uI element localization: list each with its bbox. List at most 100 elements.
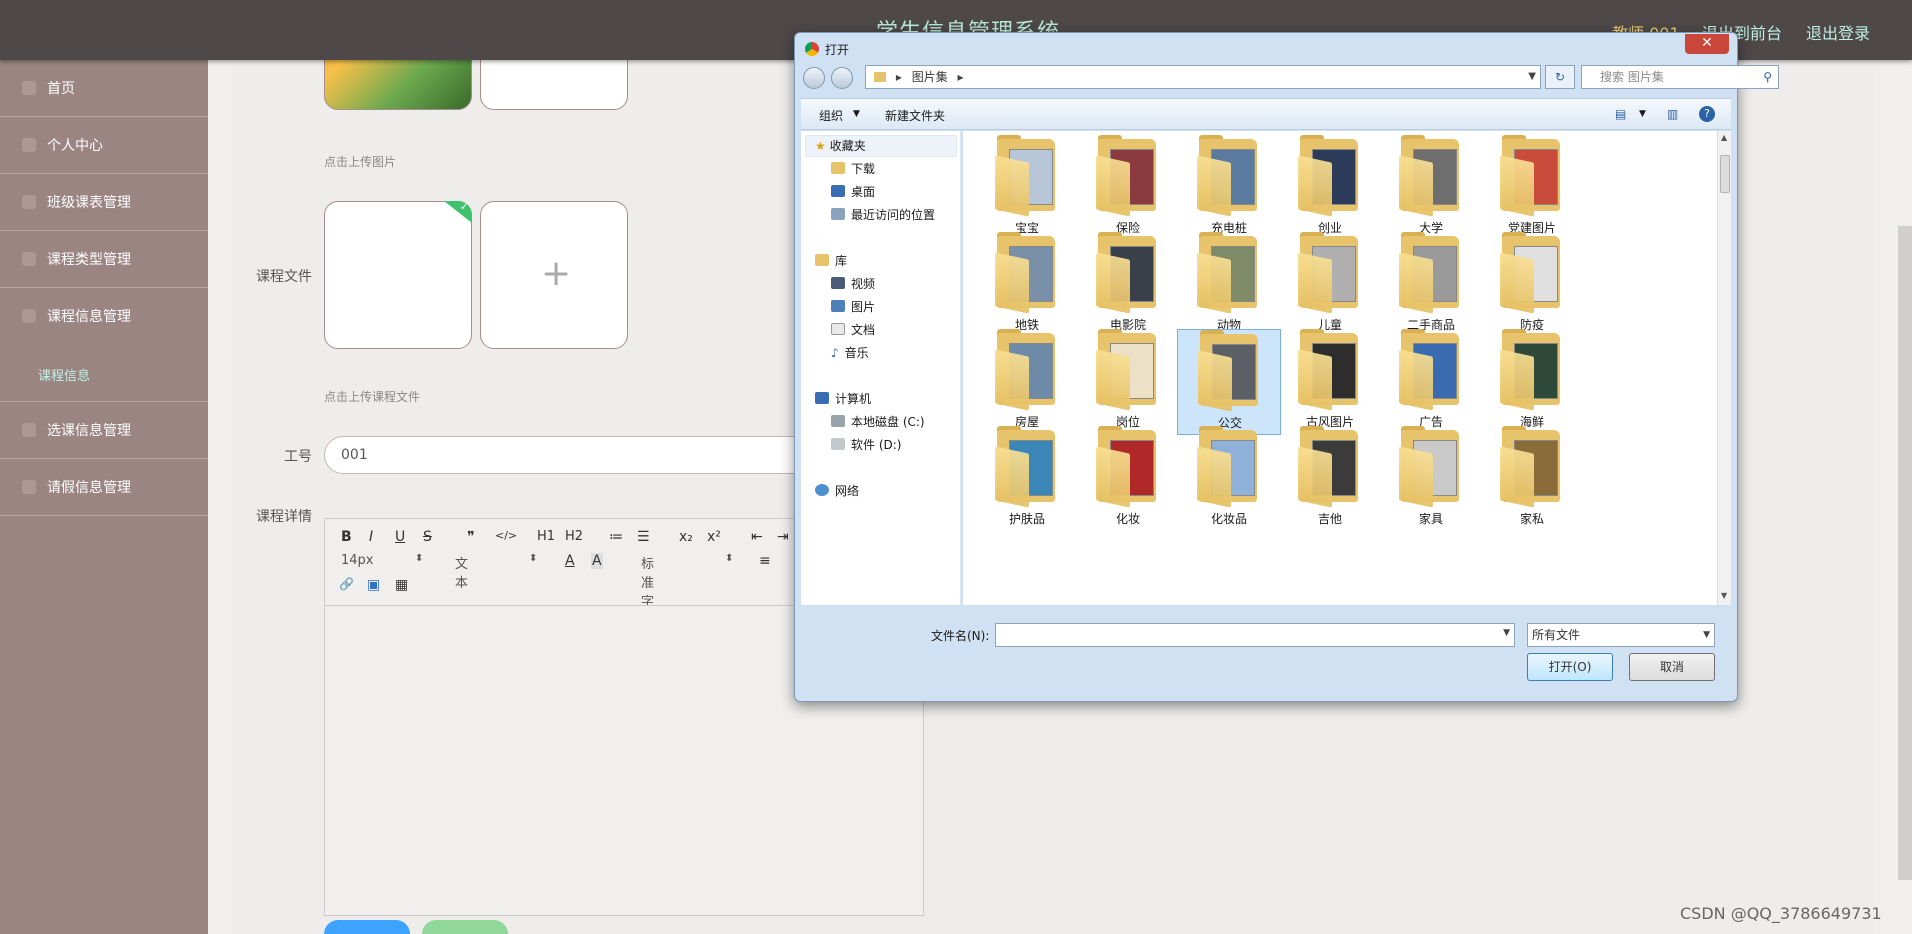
scroll-down-icon[interactable]: ▼ xyxy=(1721,591,1727,600)
folder-item[interactable]: 大学 xyxy=(1379,135,1483,241)
nav-network[interactable]: 网络 xyxy=(815,481,859,501)
new-folder-button[interactable]: 新建文件夹 xyxy=(885,107,945,124)
organize-menu[interactable]: 组织 xyxy=(819,107,843,124)
filename-input[interactable]: ▼ xyxy=(995,623,1515,647)
chevron-down-icon[interactable]: ▼ xyxy=(1528,66,1536,88)
folder-item[interactable]: 党建图片 xyxy=(1480,135,1584,241)
folder-item[interactable]: 宝宝 xyxy=(975,135,1079,241)
folder-icon xyxy=(1500,252,1534,314)
folder-item[interactable]: 房屋 xyxy=(975,329,1079,435)
nav-videos[interactable]: 视频 xyxy=(831,274,875,294)
folder-item[interactable]: 创业 xyxy=(1278,135,1382,241)
superscript-button[interactable]: x² xyxy=(707,529,721,545)
submit-button[interactable] xyxy=(324,920,410,934)
font-size-select[interactable]: 14px xyxy=(341,553,374,568)
nav-drive-d[interactable]: 软件 (D:) xyxy=(831,435,901,455)
folder-item[interactable]: 护肤品 xyxy=(975,426,1079,532)
folder-item[interactable]: 吉他 xyxy=(1278,426,1382,532)
sidebar-item-class-schedule[interactable]: 班级课表管理 xyxy=(0,174,208,231)
address-bar[interactable]: ▸ 图片集 ▸ ▼ xyxy=(865,65,1541,89)
indent-button[interactable]: ⇥ xyxy=(777,529,789,545)
filetype-select[interactable]: 所有文件 ▼ xyxy=(1527,623,1715,647)
nav-downloads[interactable]: 下载 xyxy=(831,159,875,179)
subscript-button[interactable]: x₂ xyxy=(679,529,693,545)
search-input[interactable]: 搜索 图片集 ⚲ xyxy=(1581,65,1779,89)
folder-item[interactable]: 家私 xyxy=(1480,426,1584,532)
help-icon[interactable]: ? xyxy=(1699,106,1715,122)
preview-pane-icon[interactable]: ▥ xyxy=(1667,107,1678,121)
chevron-down-icon[interactable]: ▼ xyxy=(1639,109,1646,119)
video-icon[interactable]: ▦ xyxy=(395,577,408,593)
file-upload-button[interactable]: + xyxy=(480,201,628,349)
cancel-button[interactable]: 取消 xyxy=(1629,653,1715,681)
folder-item[interactable]: 充电桩 xyxy=(1177,135,1281,241)
chevron-down-icon[interactable]: ▼ xyxy=(1503,628,1510,638)
bullet-list-button[interactable]: ☰ xyxy=(637,529,650,545)
scroll-thumb[interactable] xyxy=(1720,155,1730,193)
bold-button[interactable]: B xyxy=(341,529,352,545)
italic-button[interactable]: I xyxy=(369,529,373,545)
block-type-select[interactable]: 文本 xyxy=(455,553,468,591)
scroll-up-icon[interactable]: ▲ xyxy=(1721,133,1727,142)
folder-item[interactable]: 广告 xyxy=(1379,329,1483,435)
close-icon[interactable]: ✕ xyxy=(1685,34,1729,54)
folder-item[interactable]: 防疫 xyxy=(1480,232,1584,338)
image-icon[interactable]: ▣ xyxy=(367,577,380,593)
folder-item[interactable]: 地铁 xyxy=(975,232,1079,338)
sidebar-item-course-selection[interactable]: 选课信息管理 xyxy=(0,402,208,459)
strikethrough-button[interactable]: S xyxy=(423,529,432,545)
nav-desktop[interactable]: 桌面 xyxy=(831,182,875,202)
align-button[interactable]: ≡ xyxy=(759,553,771,569)
nav-drive-c[interactable]: 本地磁盘 (C:) xyxy=(831,412,925,432)
logout-link[interactable]: 退出登录 xyxy=(1806,20,1870,44)
folder-item[interactable]: 化妆 xyxy=(1076,426,1180,532)
quote-button[interactable]: ❞ xyxy=(467,529,475,545)
file-list-scrollbar[interactable]: ▲ ▼ xyxy=(1717,131,1731,605)
outdent-button[interactable]: ⇤ xyxy=(751,529,763,545)
nav-documents[interactable]: 文档 xyxy=(831,320,875,340)
folder-item[interactable]: 海鲜 xyxy=(1480,329,1584,435)
nav-music[interactable]: ♪ 音乐 xyxy=(831,343,869,363)
sidebar-item-leave[interactable]: 请假信息管理 xyxy=(0,459,208,516)
nav-pictures[interactable]: 图片 xyxy=(831,297,875,317)
folder-item[interactable]: 二手商品 xyxy=(1379,232,1483,338)
refresh-icon[interactable]: ↻ xyxy=(1545,65,1575,89)
nav-pictures-label: 图片 xyxy=(851,300,876,314)
folder-icon xyxy=(1399,155,1433,217)
sidebar-subitem-course-info[interactable]: 课程信息 xyxy=(0,345,208,402)
bg-color-button[interactable]: A xyxy=(591,553,603,569)
folder-item[interactable]: 保险 xyxy=(1076,135,1180,241)
nav-recent[interactable]: 最近访问的位置 xyxy=(831,205,935,225)
folder-item[interactable]: 儿童 xyxy=(1278,232,1382,338)
folder-item[interactable]: 岗位 xyxy=(1076,329,1180,435)
ordered-list-button[interactable]: ≔ xyxy=(609,529,623,545)
heading1-button[interactable]: H1 xyxy=(537,529,555,544)
nav-libraries[interactable]: 库 xyxy=(815,251,847,271)
cancel-form-button[interactable] xyxy=(422,920,508,934)
folder-name: 家私 xyxy=(1519,512,1544,526)
folder-item[interactable]: 电影院 xyxy=(1076,232,1180,338)
sidebar-item-course-info[interactable]: 课程信息管理 xyxy=(0,288,208,345)
folder-item[interactable]: 动物 xyxy=(1177,232,1281,338)
link-icon[interactable]: 🔗 xyxy=(339,577,354,591)
uploaded-file-thumbnail[interactable]: ✓ xyxy=(324,201,472,349)
folder-item[interactable]: 化妆品 xyxy=(1177,426,1281,532)
sidebar-item-profile[interactable]: 个人中心 xyxy=(0,117,208,174)
page-scrollbar[interactable] xyxy=(1898,226,1912,880)
folder-item[interactable]: 公交 xyxy=(1177,329,1281,435)
uploaded-check-badge: ✓ xyxy=(444,201,472,223)
sidebar-item-course-types[interactable]: 课程类型管理 xyxy=(0,231,208,288)
open-button[interactable]: 打开(O) xyxy=(1527,653,1613,681)
heading2-button[interactable]: H2 xyxy=(565,529,583,544)
font-color-button[interactable]: A xyxy=(565,553,575,569)
back-arrow-icon[interactable] xyxy=(803,67,825,89)
folder-item[interactable]: 家具 xyxy=(1379,426,1483,532)
view-options-icon[interactable]: ▤ xyxy=(1615,107,1626,121)
sidebar-item-home[interactable]: 首页 xyxy=(0,60,208,117)
nav-favorites[interactable]: ★ 收藏夹 xyxy=(815,136,866,156)
underline-button[interactable]: U xyxy=(395,529,405,545)
folder-item[interactable]: 古风图片 xyxy=(1278,329,1382,435)
nav-computer[interactable]: 计算机 xyxy=(815,389,871,409)
code-button[interactable]: </> xyxy=(495,529,517,542)
forward-arrow-icon[interactable] xyxy=(831,67,853,89)
